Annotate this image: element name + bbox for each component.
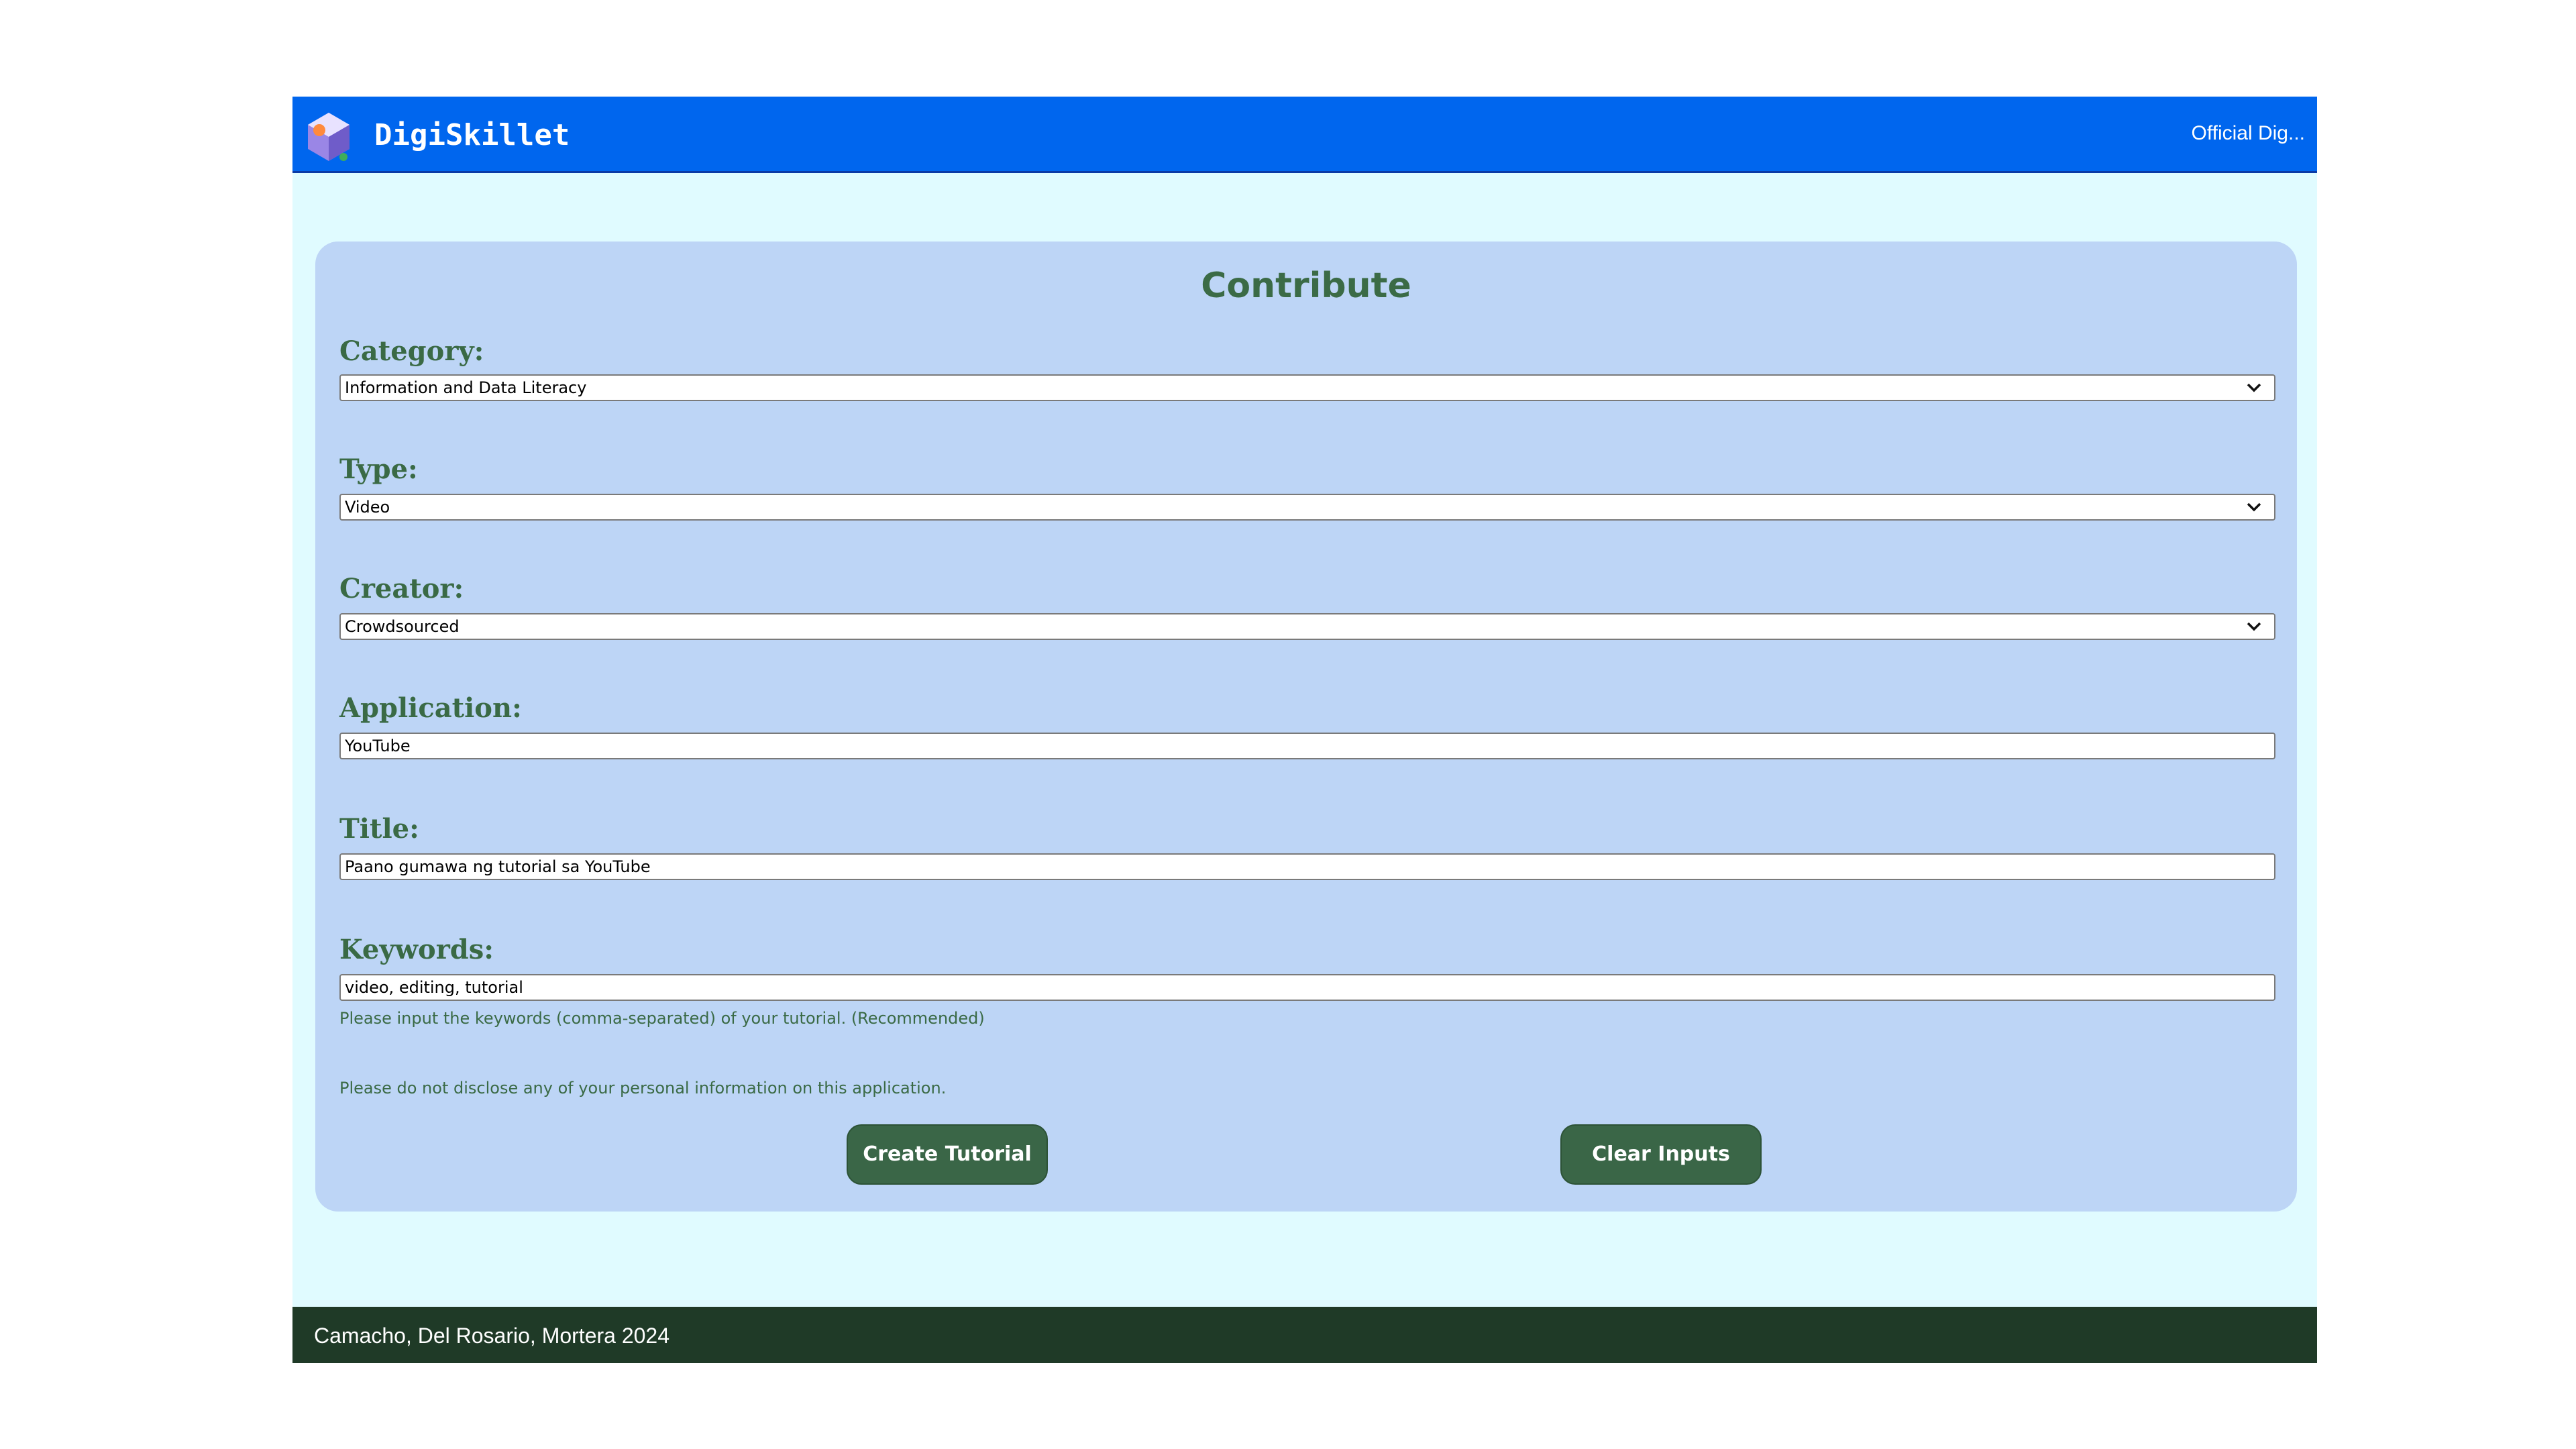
create-tutorial-button[interactable]: Create Tutorial [847,1124,1048,1185]
category-selected-value: Information and Data Literacy [345,378,587,397]
creator-selected-value: Crowdsourced [345,617,460,636]
application-label: Application: [339,692,522,724]
type-label: Type: [339,453,418,485]
type-select[interactable]: Video [339,494,2275,521]
chevron-down-icon [2247,502,2261,512]
privacy-note: Please do not disclose any of your perso… [339,1079,947,1097]
title-field[interactable] [339,853,2275,880]
top-navbar: DigiSkillet Official Dig... [292,97,2317,173]
application-field[interactable] [339,733,2275,759]
keywords-hint: Please input the keywords (comma-separat… [339,1009,985,1028]
footer-credits: Camacho, Del Rosario, Mortera 2024 [314,1324,670,1348]
type-selected-value: Video [345,498,390,517]
keywords-label: Keywords: [339,934,494,965]
title-input[interactable] [345,855,2270,879]
app-window: DigiSkillet Official Dig... Contribute C… [292,97,2317,1363]
creator-select[interactable]: Crowdsourced [339,613,2275,640]
category-label: Category: [339,335,484,367]
official-link[interactable]: Official Dig... [2192,123,2306,144]
category-select[interactable]: Information and Data Literacy [339,374,2275,401]
contribute-card: Contribute Category: Information and Dat… [315,241,2297,1212]
brand-name[interactable]: DigiSkillet [374,121,570,150]
keywords-input[interactable] [345,975,2270,1000]
footer: Camacho, Del Rosario, Mortera 2024 [292,1307,2317,1363]
title-label: Title: [339,813,419,845]
application-input[interactable] [345,734,2270,758]
chevron-down-icon [2247,622,2261,631]
clear-inputs-button[interactable]: Clear Inputs [1560,1124,1762,1185]
keywords-field[interactable] [339,974,2275,1001]
creator-label: Creator: [339,573,464,604]
chevron-down-icon [2247,383,2261,392]
hexagon-logo-icon[interactable] [302,110,356,164]
page-title: Contribute [1201,266,1411,306]
